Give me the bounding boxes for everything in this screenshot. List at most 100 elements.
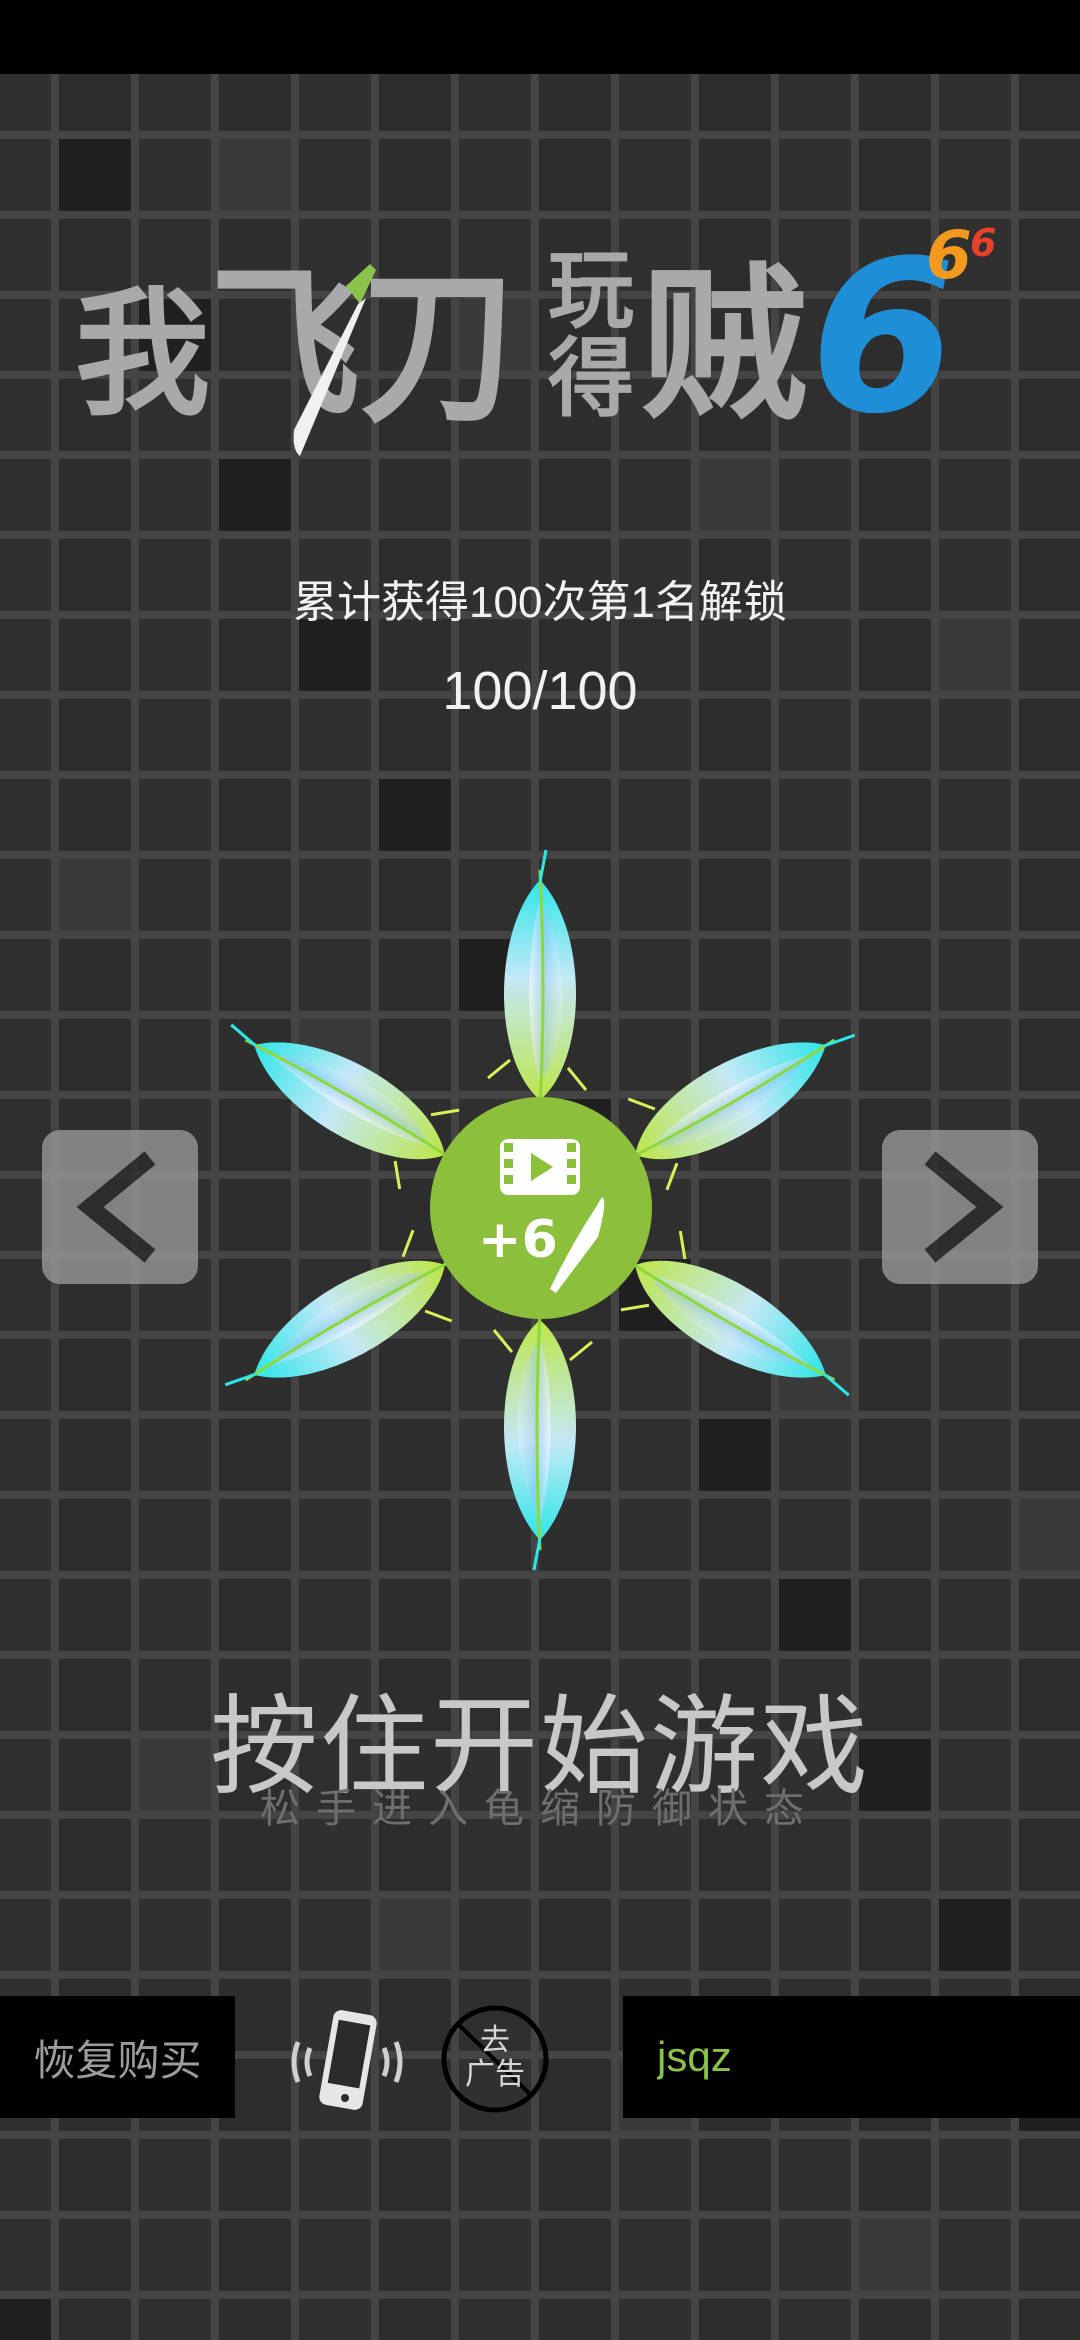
grid-tile	[459, 2219, 531, 2291]
grid-tile	[779, 2299, 851, 2340]
grid-tile	[939, 139, 1011, 211]
grid-tile	[459, 2299, 531, 2340]
status-bar	[0, 0, 1080, 74]
grid-tile	[779, 1899, 851, 1971]
grid-tile	[59, 1499, 131, 1571]
logo-sup-6-orange: 6	[926, 220, 972, 294]
grid-tile	[139, 2219, 211, 2291]
grid-tile	[939, 939, 1011, 1011]
grid-tile	[459, 2139, 531, 2211]
grid-tile	[859, 2299, 931, 2340]
grid-tile	[59, 1579, 131, 1651]
grid-tile	[699, 1899, 771, 1971]
vibrate-phone-icon	[291, 2010, 403, 2110]
unlock-condition-text: 累计获得100次第1名解锁	[293, 578, 787, 627]
chevron-right-icon	[924, 1151, 1004, 1263]
grid-tile	[539, 1899, 611, 1971]
grid-tile	[1019, 1019, 1080, 1091]
restore-purchase-button[interactable]: 恢复购买	[0, 1996, 235, 2118]
grid-tile	[0, 1579, 51, 1651]
prev-skin-button[interactable]	[42, 1130, 198, 1284]
grid-tile	[779, 139, 851, 211]
grid-tile	[139, 2299, 211, 2340]
grid-tile	[539, 139, 611, 211]
grid-tile	[219, 2139, 291, 2211]
grid-tile	[859, 139, 931, 211]
grid-tile	[0, 219, 51, 291]
grid-tile	[59, 1019, 131, 1091]
logo-sup-6-red: 6	[970, 221, 996, 265]
grid-tile	[0, 2219, 51, 2291]
grid-tile	[0, 2299, 51, 2340]
redeem-code-box	[623, 1996, 1080, 2118]
logo-char-zei: 贼	[642, 248, 807, 444]
grid-tile	[299, 2299, 371, 2340]
grid-tile	[219, 1899, 291, 1971]
grid-tile	[59, 1339, 131, 1411]
logo-char-wan: 玩	[548, 241, 634, 341]
remove-ads-label-line2: 广告	[465, 2057, 525, 2092]
grid-tile	[939, 779, 1011, 851]
grid-tile	[1019, 1899, 1080, 1971]
ad-bonus-label: +6	[478, 1210, 558, 1270]
grid-tile	[0, 1499, 51, 1571]
grid-tile	[539, 2219, 611, 2291]
grid-tile	[859, 1899, 931, 1971]
watch-ad-bonus-button[interactable]: +6	[430, 1097, 652, 1319]
grid-tile	[619, 1899, 691, 1971]
grid-tile	[939, 1499, 1011, 1571]
grid-tile	[0, 779, 51, 851]
grid-tile	[299, 139, 371, 211]
grid-tile	[619, 2139, 691, 2211]
grid-tile	[59, 2219, 131, 2291]
grid-tile	[379, 2139, 451, 2211]
start-game-hint: 松手进入龟缩防御状态	[260, 1787, 820, 1831]
grid-tile	[539, 2299, 611, 2340]
chevron-left-icon	[76, 1151, 156, 1263]
grid-tile	[539, 2139, 611, 2211]
grid-tile	[939, 859, 1011, 931]
spinner-blade	[487, 849, 588, 1111]
grid-tile	[139, 1899, 211, 1971]
grid-tile	[0, 939, 51, 1011]
grid-tile	[1019, 859, 1080, 931]
grid-tile	[619, 2219, 691, 2291]
grid-tile	[619, 2299, 691, 2340]
grid-tile	[379, 139, 451, 211]
grid-tile	[1019, 779, 1080, 851]
grid-tile	[1019, 219, 1080, 291]
grid-tile	[59, 139, 131, 211]
grid-tile	[219, 2299, 291, 2340]
grid-tile	[1019, 2219, 1080, 2291]
grid-tile	[1019, 2299, 1080, 2340]
grid-tile	[939, 1899, 1011, 1971]
grid-tile	[59, 779, 131, 851]
grid-tile	[0, 1899, 51, 1971]
grid-tile	[939, 2139, 1011, 2211]
grid-tile	[779, 2139, 851, 2211]
grid-tile	[0, 1419, 51, 1491]
grid-tile	[59, 939, 131, 1011]
grid-tile	[59, 1899, 131, 1971]
grid-tile	[379, 2299, 451, 2340]
next-skin-button[interactable]	[882, 1130, 1038, 1284]
grid-tile	[219, 2219, 291, 2291]
grid-tile	[1019, 1579, 1080, 1651]
grid-tile	[1019, 1499, 1080, 1571]
grid-tile	[1019, 1419, 1080, 1491]
grid-tile	[0, 459, 51, 531]
grid-tile	[0, 1019, 51, 1091]
grid-tile	[939, 1019, 1011, 1091]
grid-tile	[0, 859, 51, 931]
spinner-blade	[492, 1309, 593, 1571]
grid-tile	[0, 1339, 51, 1411]
redeem-code-input[interactable]	[655, 2032, 1059, 2082]
logo-char-dao: 刀	[360, 249, 515, 447]
grid-tile	[299, 2219, 371, 2291]
remove-ads-button[interactable]: 去 广告	[440, 2004, 550, 2114]
game-logo: 我 飞 刀 玩 得 贼 6 6 6	[75, 220, 996, 460]
vibrate-toggle-button[interactable]	[282, 2006, 412, 2118]
grid-tile	[1019, 299, 1080, 371]
grid-tile	[939, 1579, 1011, 1651]
grid-tile	[1019, 939, 1080, 1011]
